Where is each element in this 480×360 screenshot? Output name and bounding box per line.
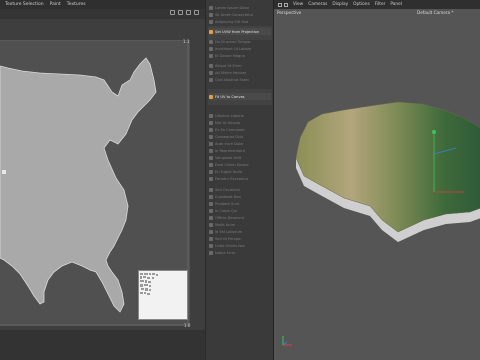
command-item[interactable]: Aliqua Ut Enim	[209, 62, 271, 69]
command-icon	[209, 243, 213, 248]
texture-status-bar	[0, 330, 205, 360]
command-icon	[209, 120, 213, 125]
menu-texture-selection[interactable]: Texture Selection	[5, 2, 44, 7]
command-icon	[209, 134, 213, 139]
command-icon	[209, 46, 213, 51]
viewport-name: Perspective	[277, 10, 302, 15]
uv-island-usa	[0, 57, 157, 313]
command-icon	[209, 12, 213, 17]
menu-paint[interactable]: Paint	[50, 2, 61, 7]
perspective-viewport-panel: View Cameras Display Options Filter Pane…	[273, 0, 480, 360]
command-item[interactable]: Lorem Ipsum Dolor	[209, 4, 271, 11]
viewport-menu-icons	[278, 2, 288, 7]
command-item[interactable]: Sed Ut Perspic	[209, 235, 271, 242]
move-icon[interactable]	[170, 10, 175, 15]
command-item[interactable]: Ex Ea Commodo	[209, 126, 271, 133]
command-item[interactable]: In Reprehenderit	[209, 147, 271, 154]
command-item[interactable]: In Culpa Qui	[209, 207, 271, 214]
command-item[interactable]: Aute Irure Dolor	[209, 140, 271, 147]
command-icon	[209, 187, 213, 192]
command-icon	[209, 222, 213, 227]
command-item[interactable]: Sit Amet Consectetur	[209, 11, 271, 18]
command-icon	[209, 162, 213, 167]
command-item[interactable]: Id Est Laborum	[209, 228, 271, 235]
command-item[interactable]: Ullamco Laboris	[209, 112, 271, 119]
command-item[interactable]: Natus Error	[209, 249, 271, 256]
command-item[interactable]: Cupidatat Non	[209, 193, 271, 200]
command-item[interactable]: Ad Minim Veniam	[209, 69, 271, 76]
grid-icon[interactable]	[186, 10, 191, 15]
menu-filter[interactable]: Filter	[375, 2, 386, 7]
command-icon	[209, 148, 213, 153]
projection-icon	[209, 29, 213, 34]
command-item[interactable]: Incididunt Ut Labore	[209, 45, 271, 52]
command-item[interactable]: Voluptate Velit	[209, 154, 271, 161]
command-icon	[209, 208, 213, 213]
command-icon	[209, 176, 213, 181]
command-icon	[209, 215, 213, 220]
command-item[interactable]: Nisi Ut Aliquip	[209, 119, 271, 126]
fit-icon	[209, 94, 213, 99]
command-item[interactable]: Mollit Anim	[209, 221, 271, 228]
view-layout-icon[interactable]	[278, 2, 282, 7]
command-set-uvw-from-projection[interactable]: Set UVW from Projection	[209, 28, 271, 35]
uv-coord-top-right: 1.1	[183, 39, 190, 44]
world-axis-icon	[282, 336, 292, 346]
command-icon	[209, 19, 213, 24]
terrain-mesh-usa	[295, 101, 480, 233]
texture-menubar: Texture Selection Paint Textures	[0, 0, 205, 9]
command-item[interactable]: Esse Cillum Dolore	[209, 161, 271, 168]
command-item[interactable]: Proident Sunt	[209, 200, 271, 207]
camera-name[interactable]: Default Camera *	[417, 10, 454, 15]
command-item[interactable]: Sint Occaecat	[209, 186, 271, 193]
command-icon	[209, 155, 213, 160]
command-item[interactable]: Adipiscing Elit Sed	[209, 18, 271, 25]
texture-thumbnail	[138, 270, 188, 320]
menu-panel[interactable]: Panel	[390, 2, 402, 7]
command-list-panel: Lorem Ipsum Dolor Sit Amet Consectetur A…	[205, 0, 273, 360]
command-item[interactable]: Eu Fugiat Nulla	[209, 168, 271, 175]
command-item[interactable]: Unde Omnis Iste	[209, 242, 271, 249]
command-icon	[209, 39, 213, 44]
command-icon	[209, 201, 213, 206]
texture-view-panel: Texture Selection Paint Textures 1.1 1.0	[0, 0, 205, 360]
uv-point-marker[interactable]	[2, 170, 6, 174]
gizmo-handle[interactable]	[432, 130, 436, 134]
command-icon	[209, 63, 213, 68]
texture-toolbar	[0, 9, 205, 19]
command-icon	[209, 53, 213, 58]
menu-options[interactable]: Options	[353, 2, 370, 7]
command-icon	[209, 141, 213, 146]
viewport-menubar: View Cameras Display Options Filter Pane…	[274, 0, 480, 9]
command-icon	[209, 229, 213, 234]
command-icon	[209, 70, 213, 75]
menu-textures[interactable]: Textures	[67, 2, 86, 7]
command-icon	[209, 113, 213, 118]
command-item[interactable]: Officia Deserunt	[209, 214, 271, 221]
menu-cameras[interactable]: Cameras	[308, 2, 327, 7]
command-item[interactable]: Do Eiusmod Tempor	[209, 38, 271, 45]
view-split-icon[interactable]	[284, 2, 288, 7]
viewport-canvas[interactable]	[274, 18, 480, 358]
command-icon	[209, 250, 213, 255]
maximize-icon[interactable]	[194, 10, 199, 15]
command-icon	[209, 77, 213, 82]
command-item[interactable]: Consequat Duis	[209, 133, 271, 140]
uv-coord-bottom-right: 1.0	[184, 323, 191, 328]
texture-toolbar-icons	[170, 10, 199, 15]
command-item[interactable]: Quis Nostrud Exerc	[209, 76, 271, 83]
command-icon	[209, 169, 213, 174]
command-icon	[209, 127, 213, 132]
menu-display[interactable]: Display	[332, 2, 348, 7]
command-item[interactable]: Et Dolore Magna	[209, 52, 271, 59]
command-fit-uv-to-canvas[interactable]: Fit UV to Canvas	[209, 93, 271, 100]
menu-view[interactable]: View	[293, 2, 303, 7]
command-item[interactable]: Pariatur Excepteur	[209, 175, 271, 182]
command-icon	[209, 194, 213, 199]
command-icon	[209, 5, 213, 10]
zoom-icon[interactable]	[178, 10, 183, 15]
command-icon	[209, 236, 213, 241]
